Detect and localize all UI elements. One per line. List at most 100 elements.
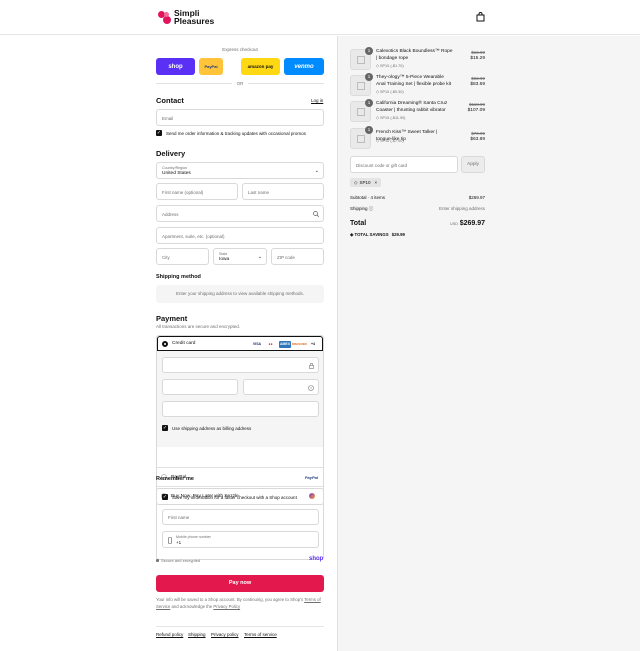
savings-tag-icon: ◈ xyxy=(350,232,354,237)
help-circle-icon[interactable]: ⓘ xyxy=(369,206,374,211)
product-original-price: $118.99 xyxy=(469,102,485,107)
product-discount-code: SP10 (-$9.30) xyxy=(379,90,404,94)
product-original-price: $16.99 xyxy=(471,50,485,55)
first-name-field[interactable]: First name (optional) xyxy=(156,183,238,200)
zip-placeholder: ZIP code xyxy=(277,255,295,260)
shipping-row-label: Shipping ⓘ xyxy=(350,206,373,212)
remember-first-name-field[interactable]: First name xyxy=(162,509,319,525)
state-value: Iowa xyxy=(219,257,230,262)
paypal-logo: PayPal xyxy=(304,475,318,480)
legal-text: Your info will be saved to a Shop accoun… xyxy=(156,597,324,610)
order-summary: 1 Calexotics Black Boundless™ Rope | bon… xyxy=(337,36,640,651)
image-placeholder-icon xyxy=(357,56,365,64)
credit-card-option[interactable]: Credit card VISA ●● AMEX DISCOVER +4 xyxy=(157,336,323,351)
zip-field[interactable]: ZIP code xyxy=(271,248,324,265)
shipping-policy-link[interactable]: Shipping xyxy=(188,632,206,637)
search-icon xyxy=(313,211,319,217)
last-name-field[interactable]: Last name xyxy=(242,183,324,200)
image-placeholder-icon xyxy=(357,82,365,90)
shopping-bag-icon[interactable] xyxy=(476,12,485,22)
amazon-pay-label: amazon pay xyxy=(247,64,274,69)
expiry-field[interactable] xyxy=(162,379,238,395)
card-number-field[interactable] xyxy=(162,357,319,373)
brand-logo[interactable]: Simpli Pleasures xyxy=(158,9,222,25)
address-placeholder: Address xyxy=(162,212,179,217)
mobile-phone-value: +1 xyxy=(176,540,182,545)
email-field[interactable]: Email xyxy=(156,109,324,126)
phone-icon xyxy=(168,537,172,544)
total-savings-value: $29.99 xyxy=(391,232,405,237)
product-name: Calexotics Black Boundless™ Rope | bonda… xyxy=(376,49,453,61)
secure-lock-icon xyxy=(156,559,159,562)
shipping-method-box: Enter your shipping address to view avai… xyxy=(156,285,324,303)
paypal-button[interactable]: PayPal xyxy=(199,58,223,75)
legal-text-b: and acknowledge the xyxy=(171,603,213,609)
contact-title: Contact xyxy=(156,96,184,105)
newsletter-checkbox[interactable]: ✓ xyxy=(156,130,162,136)
shop-logo: shop xyxy=(309,556,324,562)
product-thumbnail: 1 xyxy=(350,73,373,96)
tag-icon: ◇ xyxy=(354,179,358,185)
country-label: Country/Region xyxy=(162,166,187,170)
login-link[interactable]: Log in xyxy=(311,98,323,103)
terms-of-service-footer-link[interactable]: Terms of service xyxy=(244,632,277,637)
mastercard-icon: ●● xyxy=(268,342,273,346)
paypal-label: PayPal xyxy=(204,64,218,69)
security-code-field[interactable]: ? xyxy=(243,379,319,395)
image-placeholder-icon xyxy=(357,108,365,116)
express-checkout-title: Express checkout xyxy=(222,47,258,52)
divider-right xyxy=(248,83,324,84)
payment-title: Payment xyxy=(156,314,188,323)
shipping-method-title: Shipping method xyxy=(156,274,201,280)
address-field[interactable]: Address xyxy=(156,205,324,222)
product-price: $15.29 xyxy=(470,56,485,61)
credit-card-label: Credit card xyxy=(172,341,196,346)
save-info-checkbox[interactable]: ✓ xyxy=(162,494,168,500)
secure-text: Secure and encrypted xyxy=(161,558,201,563)
header: Simpli Pleasures xyxy=(0,0,640,35)
subtotal-label: Subtotal · 4 items xyxy=(350,195,386,200)
brand-name: Simpli Pleasures xyxy=(174,8,215,26)
country-select[interactable]: Country/Region United States ⌄ xyxy=(156,162,324,179)
product-thumbnail: 1 xyxy=(350,47,373,70)
privacy-policy-footer-link[interactable]: Privacy policy xyxy=(211,632,239,637)
delivery-title: Delivery xyxy=(156,149,186,158)
venmo-label: venmo xyxy=(294,63,314,70)
amazon-pay-button[interactable]: amazon pay xyxy=(241,58,280,75)
save-info-label: Save my information for a faster checkou… xyxy=(172,495,297,500)
shop-pay-button[interactable]: shop xyxy=(156,58,195,75)
discover-icon: DISCOVER xyxy=(292,342,307,346)
product-discount: ◇ SP10 (-$7.00) xyxy=(376,139,404,143)
or-divider-text: OR xyxy=(236,81,244,86)
newsletter-label: Send me order information & tracking upd… xyxy=(166,131,306,136)
divider-left xyxy=(156,83,232,84)
credit-card-radio[interactable] xyxy=(162,341,168,347)
remember-me-title: Remember me xyxy=(156,476,194,482)
pay-now-button[interactable]: Pay now xyxy=(156,575,324,592)
product-discount-code: SP10 (-$7.00) xyxy=(379,139,404,143)
image-placeholder-icon xyxy=(357,135,365,143)
discount-code-field[interactable]: Discount code or gift card xyxy=(350,156,458,173)
payment-subtitle: All transactions are secure and encrypte… xyxy=(156,324,241,329)
apply-button[interactable]: Apply xyxy=(461,156,485,173)
mobile-phone-field[interactable]: Mobile phone number +1 xyxy=(162,531,319,548)
apartment-field[interactable]: Apartment, suite, etc. (optional) xyxy=(156,227,324,244)
product-discount: ◇ SP10 (-$11.90) xyxy=(376,116,406,120)
name-on-card-field[interactable] xyxy=(162,401,319,417)
total-value: $269.97 xyxy=(459,220,485,227)
product-name: They-ology™ 5-Piece Wearable Anal Traini… xyxy=(376,75,452,87)
shipping-label: Shipping xyxy=(350,206,368,211)
billing-address-checkbox[interactable]: ✓ xyxy=(162,425,168,431)
product-thumbnail: 1 xyxy=(350,99,373,122)
state-select[interactable]: State Iowa ⌄ xyxy=(213,248,267,265)
help-icon[interactable]: ? xyxy=(308,385,314,391)
refund-policy-link[interactable]: Refund policy xyxy=(156,632,183,637)
remove-code-icon[interactable]: × xyxy=(374,180,377,185)
privacy-policy-link[interactable]: Privacy Policy xyxy=(213,604,240,609)
product-thumbnail: 1 xyxy=(350,126,373,149)
mobile-phone-label: Mobile phone number xyxy=(176,535,211,539)
total-savings: ◈ TOTAL SAVINGS $29.99 xyxy=(350,232,405,238)
country-value: United States xyxy=(162,171,191,176)
venmo-button[interactable]: venmo xyxy=(284,58,324,75)
city-field[interactable]: City xyxy=(156,248,209,265)
